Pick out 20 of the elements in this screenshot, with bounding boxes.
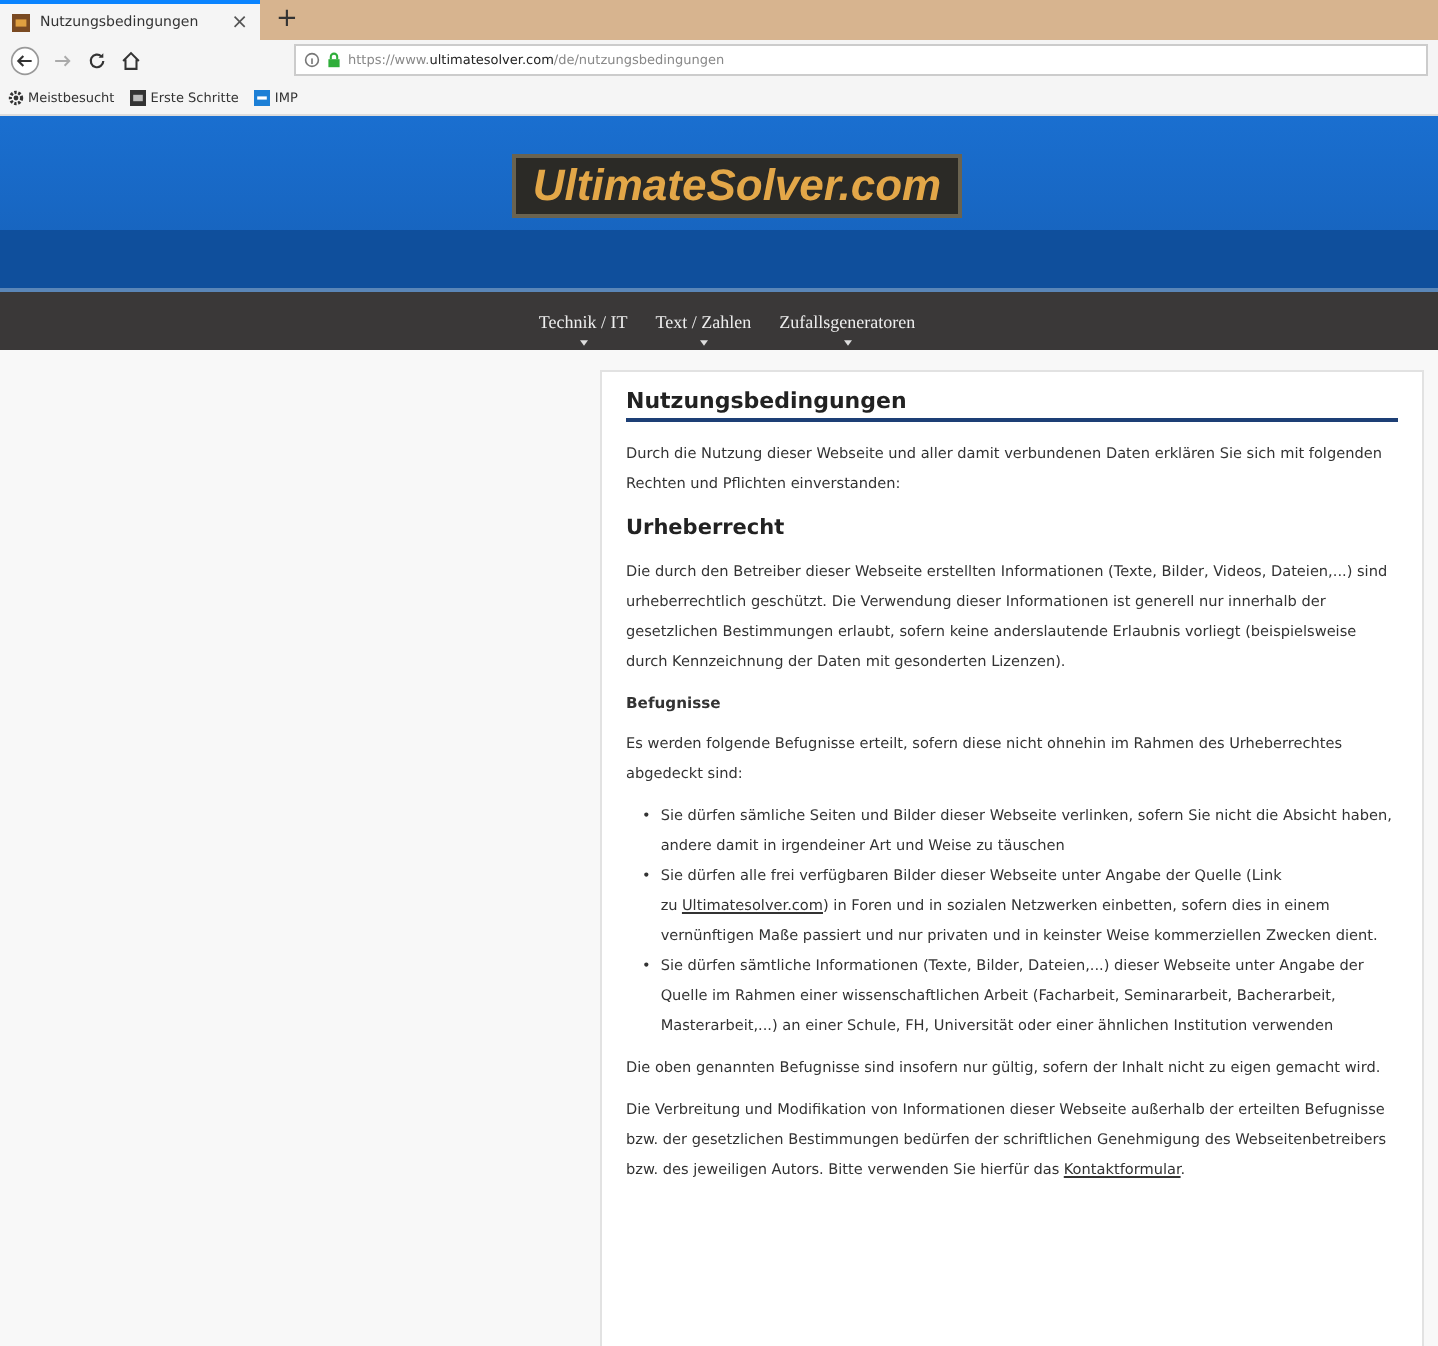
info-icon[interactable] <box>304 52 320 68</box>
bookmark-icon <box>130 89 147 105</box>
back-icon[interactable] <box>10 45 40 75</box>
new-tab-button[interactable]: + <box>260 0 314 40</box>
lock-icon <box>326 52 342 68</box>
gear-icon <box>8 89 24 105</box>
section-heading: Urheberrecht <box>626 514 787 544</box>
page-title: Nutzungsbedingungen <box>626 388 1398 422</box>
close-tab-button[interactable]: × <box>231 11 248 33</box>
menu-item[interactable]: Zufallsgeneratoren <box>779 292 916 350</box>
menu-item[interactable]: Text / Zahlen <box>655 292 752 350</box>
caret-icon <box>699 340 708 346</box>
reload-icon[interactable] <box>86 49 108 71</box>
site-logo[interactable]: UltimateSolver.com <box>512 154 962 218</box>
caret-icon <box>843 340 852 346</box>
home-icon[interactable] <box>120 49 142 71</box>
menu-item[interactable]: Technik / IT <box>538 292 628 350</box>
bookmark-icon <box>254 89 271 105</box>
caret-icon <box>579 340 588 346</box>
site-icon <box>12 13 30 31</box>
